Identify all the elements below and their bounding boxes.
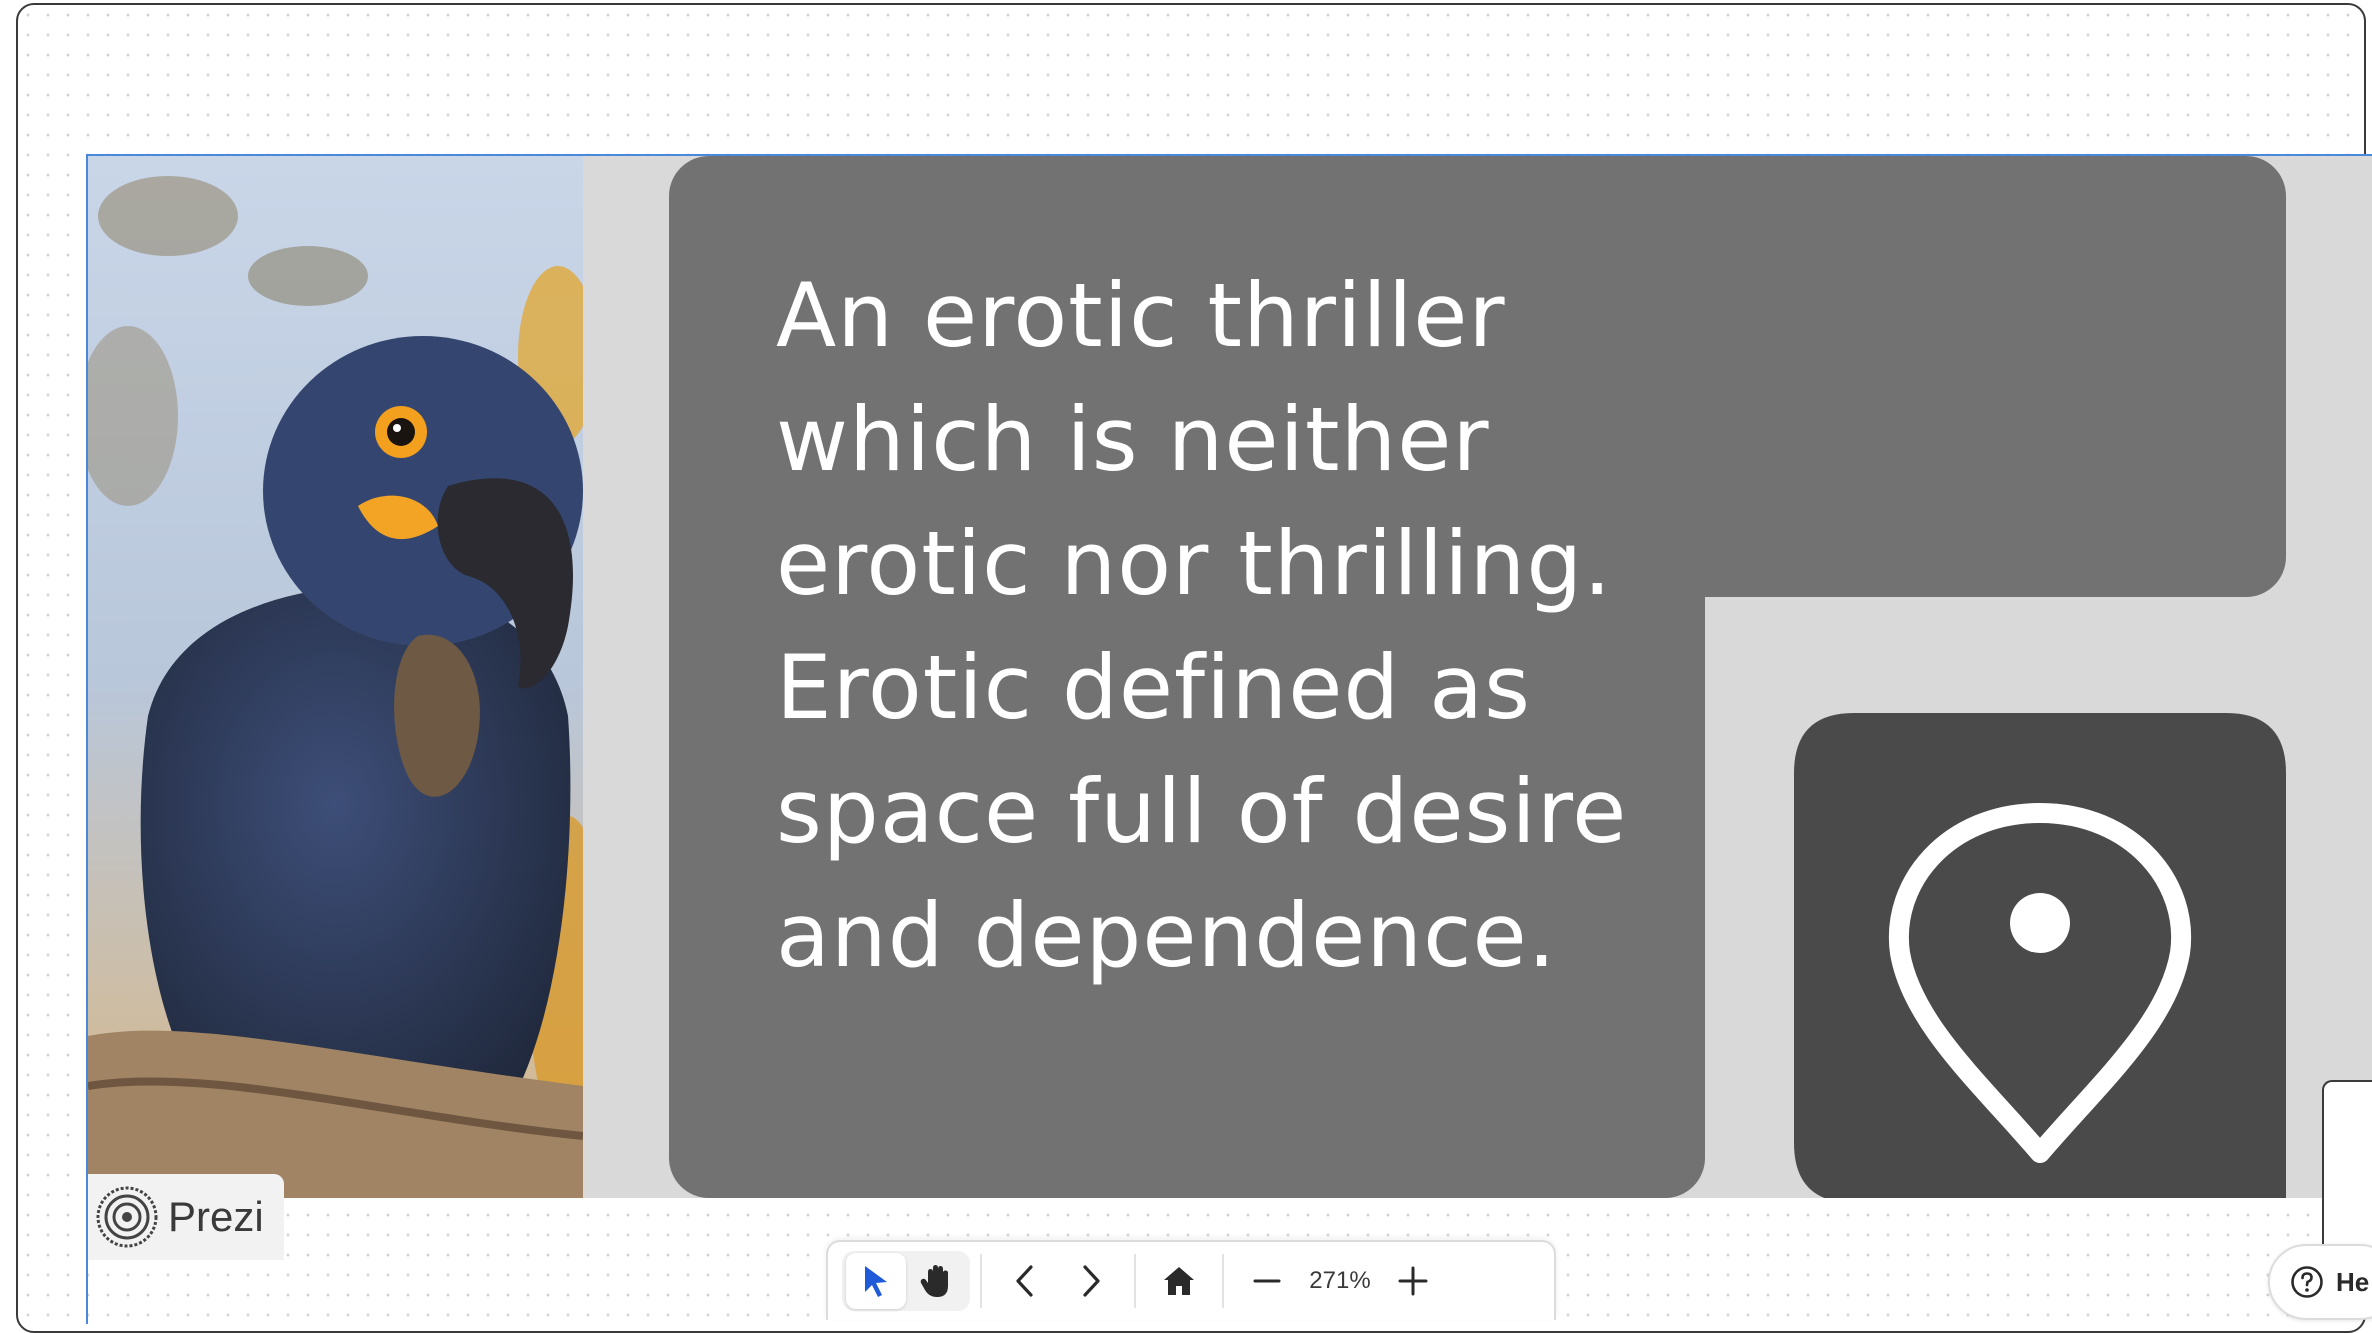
question-icon xyxy=(2291,1266,2323,1298)
toolbar-divider xyxy=(1134,1254,1136,1308)
quote-line: space full of desire xyxy=(776,760,1628,863)
prezi-logo[interactable]: Prezi xyxy=(88,1174,284,1260)
chevron-left-icon xyxy=(1016,1265,1033,1297)
next-step-button[interactable] xyxy=(1058,1251,1124,1311)
zoom-in-button[interactable] xyxy=(1380,1251,1446,1311)
toolbar-divider xyxy=(980,1254,982,1308)
hand-icon xyxy=(920,1265,948,1297)
quote-text[interactable]: An erotic thriller which is neither erot… xyxy=(776,254,1736,998)
select-tool-button[interactable] xyxy=(846,1253,906,1309)
prezi-logo-icon xyxy=(96,1186,158,1248)
help-button[interactable]: He xyxy=(2268,1244,2372,1320)
quote-line: An erotic thriller xyxy=(776,264,1506,367)
toolbar-divider xyxy=(1222,1254,1224,1308)
quote-line: Erotic defined as xyxy=(776,636,1531,739)
quote-line: erotic nor thrilling. xyxy=(776,512,1613,615)
tool-mode-group xyxy=(842,1251,970,1311)
quote-line: which is neither xyxy=(776,388,1490,491)
previous-step-button[interactable] xyxy=(992,1251,1058,1311)
home-button[interactable] xyxy=(1146,1251,1212,1311)
quote-line: and dependence. xyxy=(776,884,1557,987)
home-icon xyxy=(1164,1267,1194,1295)
hand-tool-button[interactable] xyxy=(906,1253,966,1309)
zoom-level[interactable]: 271% xyxy=(1300,1267,1380,1295)
macaw-photo xyxy=(88,156,583,1198)
zoom-out-button[interactable] xyxy=(1234,1251,1300,1311)
plus-icon xyxy=(1398,1266,1428,1296)
prezi-logo-label: Prezi xyxy=(168,1193,264,1240)
slide[interactable]: An erotic thriller which is neither erot… xyxy=(88,156,2372,1198)
navigation-toolbar: 271% xyxy=(826,1240,1556,1320)
cursor-arrow-icon xyxy=(865,1266,887,1297)
chevron-right-icon xyxy=(1083,1265,1100,1297)
help-label: He xyxy=(2336,1266,2370,1297)
location-bubble[interactable] xyxy=(1794,713,2330,1198)
canvas-object-edge xyxy=(2322,1080,2372,1250)
minus-icon xyxy=(1253,1279,1281,1283)
